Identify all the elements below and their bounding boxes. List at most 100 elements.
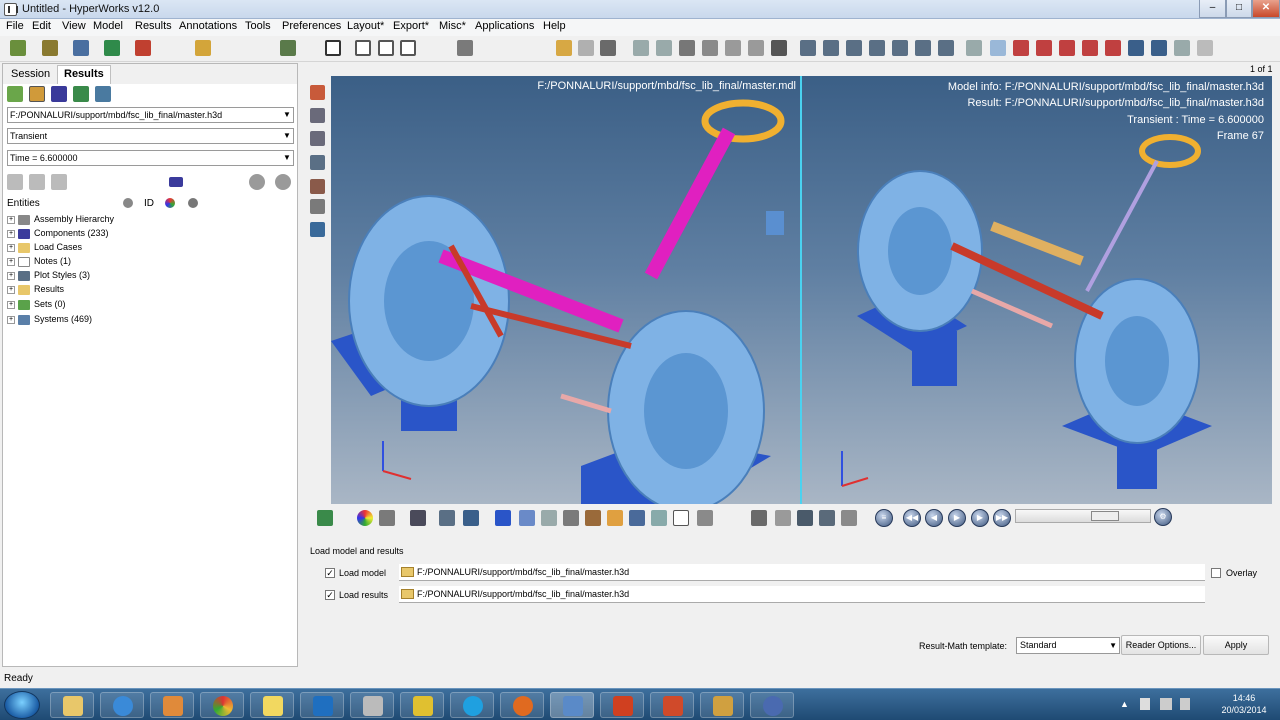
deform-icon[interactable] [439, 510, 455, 526]
minimize-button[interactable]: – [1199, 0, 1226, 18]
menu-layout[interactable]: Layout* [347, 20, 384, 32]
display-mode-icon[interactable] [169, 177, 183, 187]
save-session-icon[interactable] [73, 40, 89, 56]
taskbar-notes[interactable] [250, 692, 294, 718]
expand-icon[interactable]: + [7, 257, 15, 266]
display-icon[interactable] [310, 222, 325, 237]
fit-model-icon[interactable] [556, 40, 572, 56]
viewport-right[interactable]: Model info: F:/PONNALURI/support/mbd/fsc… [802, 76, 1272, 504]
fit-all-icon[interactable] [578, 40, 594, 56]
load-results-checkbox[interactable]: ✓ [325, 590, 335, 600]
expand-icon[interactable]: + [7, 315, 15, 324]
zoom-window-icon[interactable] [600, 40, 616, 56]
filter-icon[interactable] [51, 174, 67, 190]
expand-icon[interactable]: + [7, 271, 15, 280]
axis-yz-icon[interactable] [1105, 40, 1121, 56]
taskbar-chrome[interactable] [200, 692, 244, 718]
tray-arrow-icon[interactable]: ▲ [1120, 699, 1129, 709]
load-model-field[interactable]: F:/PONNALURI/support/mbd/fsc_lib_final/m… [399, 564, 1205, 581]
window-type-icon[interactable] [457, 40, 473, 56]
animation-settings-icon[interactable]: ≡ [875, 509, 893, 527]
tab-results[interactable]: Results [57, 65, 111, 84]
taskbar-firefox[interactable] [500, 692, 544, 718]
refresh-icon[interactable] [1197, 40, 1213, 56]
open-results-icon[interactable] [42, 40, 58, 56]
previous-view-icon[interactable] [990, 40, 1006, 56]
tree-item-sets[interactable]: + Sets (0) [7, 297, 66, 311]
hide-icon[interactable] [275, 174, 291, 190]
view-front-icon[interactable] [869, 40, 885, 56]
taskbar-settings[interactable] [750, 692, 794, 718]
folder-icon[interactable] [401, 589, 414, 599]
model-file-combo[interactable]: F:/PONNALURI/support/mbd/fsc_lib_final/m… [7, 107, 294, 123]
plane-icon[interactable] [541, 510, 557, 526]
tracking-icon[interactable] [310, 155, 325, 170]
time-step-combo[interactable]: Time = 6.600000 ▼ [7, 150, 294, 166]
start-button-icon[interactable] [4, 691, 40, 719]
reader-options-button[interactable]: Reader Options... [1121, 635, 1201, 655]
section-cut-icon[interactable] [310, 131, 325, 146]
tensor-icon[interactable] [519, 510, 535, 526]
step-back-icon[interactable]: ◀ [925, 509, 943, 527]
flag-icon[interactable] [1140, 698, 1150, 710]
expand-icon[interactable] [7, 174, 23, 190]
chevron-down-icon[interactable]: ▼ [281, 151, 293, 165]
taskbar-tool[interactable] [350, 692, 394, 718]
taskbar-hyperworks[interactable] [550, 692, 594, 718]
chevron-down-icon[interactable]: ▼ [281, 129, 293, 143]
layout-sync-icon[interactable] [400, 40, 416, 56]
layers-icon[interactable] [95, 86, 111, 102]
menu-model[interactable]: Model [93, 20, 123, 32]
menu-edit[interactable]: Edit [32, 20, 51, 32]
view-back-icon[interactable] [892, 40, 908, 56]
view-right-icon[interactable] [938, 40, 954, 56]
step-forward-icon[interactable]: ▶ [971, 509, 989, 527]
menu-view[interactable]: View [62, 20, 86, 32]
taskbar-skype[interactable] [450, 692, 494, 718]
menu-file[interactable]: File [6, 20, 24, 32]
network-icon[interactable] [1160, 698, 1172, 710]
shaded-icon[interactable] [410, 510, 426, 526]
move-icon[interactable] [1174, 40, 1190, 56]
apply-button[interactable]: Apply [1203, 635, 1269, 655]
zoom-icon[interactable] [633, 40, 649, 56]
pan-hand-icon[interactable] [702, 40, 718, 56]
overlay-checkbox[interactable] [1211, 568, 1221, 578]
pen-icon[interactable] [797, 510, 813, 526]
expand-icon[interactable]: + [7, 215, 15, 224]
load-icon[interactable] [7, 86, 23, 102]
window-layout-icon[interactable] [325, 40, 341, 56]
axis-z-icon[interactable] [1059, 40, 1075, 56]
template-select[interactable]: Standard ▼ [1016, 637, 1120, 654]
menu-applications[interactable]: Applications [475, 20, 534, 32]
menu-export[interactable]: Export* [393, 20, 429, 32]
flow-icon[interactable] [651, 510, 667, 526]
streamline-icon[interactable] [563, 510, 579, 526]
menu-tools[interactable]: Tools [245, 20, 271, 32]
load-results-field[interactable]: F:/PONNALURI/support/mbd/fsc_lib_final/m… [399, 586, 1205, 603]
play-icon[interactable]: ▶ [948, 509, 966, 527]
rotate-icon[interactable] [725, 40, 741, 56]
vector-icon[interactable] [463, 510, 479, 526]
taskbar-outlook[interactable] [300, 692, 344, 718]
table-icon[interactable] [673, 510, 689, 526]
taskbar-media[interactable] [150, 692, 194, 718]
iso-icon[interactable] [495, 510, 511, 526]
animation-speed-slider[interactable] [1015, 509, 1151, 523]
tab-session[interactable]: Session [11, 68, 50, 80]
chevron-down-icon[interactable]: ▼ [281, 108, 293, 122]
chevron-down-icon[interactable]: ▼ [1109, 638, 1117, 653]
tree-item-components[interactable]: + Components (233) [7, 226, 109, 240]
export-icon[interactable] [135, 40, 151, 56]
layout-grid-icon[interactable] [355, 40, 371, 56]
view-left-icon[interactable] [915, 40, 931, 56]
contour-icon[interactable] [357, 510, 373, 526]
clock[interactable]: 14:46 20/03/2014 [1210, 692, 1278, 720]
result-type-combo[interactable]: Transient ▼ [7, 128, 294, 144]
query-icon[interactable] [697, 510, 713, 526]
expand-icon[interactable]: + [7, 243, 15, 252]
show-icon[interactable] [249, 174, 265, 190]
tree-item-results[interactable]: + Results [7, 282, 64, 296]
taskbar-ie[interactable] [100, 692, 144, 718]
explode-icon[interactable] [310, 179, 325, 194]
